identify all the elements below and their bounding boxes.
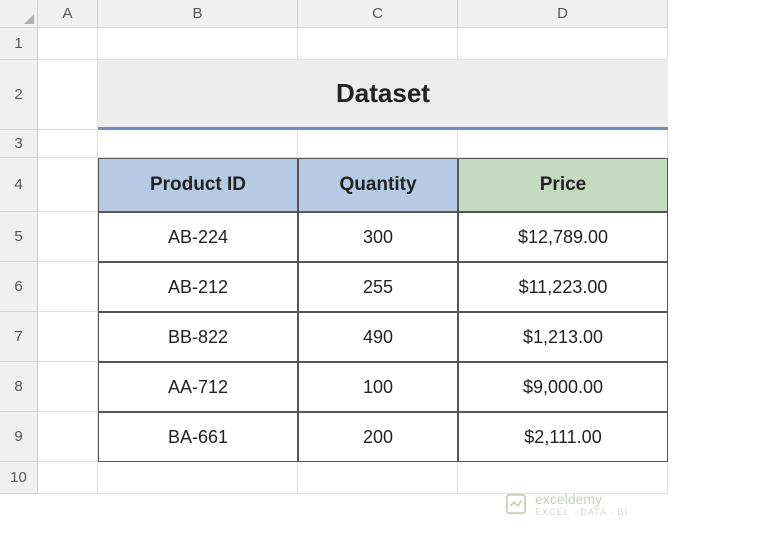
row-header-1[interactable]: 1 — [0, 28, 38, 60]
cell-a5[interactable] — [38, 212, 98, 262]
cell-a9[interactable] — [38, 412, 98, 462]
watermark-brand: exceldemy — [535, 491, 602, 507]
table-header-quantity[interactable]: Quantity — [298, 158, 458, 212]
watermark: exceldemy EXCEL · DATA · BI — [505, 491, 628, 517]
cell-b10[interactable] — [98, 462, 298, 494]
row-header-7[interactable]: 7 — [0, 312, 38, 362]
table-header-price[interactable]: Price — [458, 158, 668, 212]
table-row[interactable]: AA-712 — [98, 362, 298, 412]
cell-a3[interactable] — [38, 130, 98, 158]
cell-a7[interactable] — [38, 312, 98, 362]
spreadsheet-grid: A B C D 1 2 Dataset 3 4 Product ID Quant… — [0, 0, 768, 494]
table-row[interactable]: AB-212 — [98, 262, 298, 312]
cell-a6[interactable] — [38, 262, 98, 312]
cell-a8[interactable] — [38, 362, 98, 412]
table-row[interactable]: $12,789.00 — [458, 212, 668, 262]
cell-a10[interactable] — [38, 462, 98, 494]
row-header-3[interactable]: 3 — [0, 130, 38, 158]
table-row[interactable]: $1,213.00 — [458, 312, 668, 362]
col-header-c[interactable]: C — [298, 0, 458, 28]
cell-c10[interactable] — [298, 462, 458, 494]
cell-a2[interactable] — [38, 60, 98, 130]
row-header-6[interactable]: 6 — [0, 262, 38, 312]
cell-b1[interactable] — [98, 28, 298, 60]
exceldemy-logo-icon — [505, 493, 527, 515]
cell-a4[interactable] — [38, 158, 98, 212]
dataset-title[interactable]: Dataset — [98, 60, 668, 130]
row-header-8[interactable]: 8 — [0, 362, 38, 412]
row-header-10[interactable]: 10 — [0, 462, 38, 494]
table-row[interactable]: 490 — [298, 312, 458, 362]
table-row[interactable]: BA-661 — [98, 412, 298, 462]
table-row[interactable]: $11,223.00 — [458, 262, 668, 312]
row-header-9[interactable]: 9 — [0, 412, 38, 462]
table-row[interactable]: 300 — [298, 212, 458, 262]
cell-a1[interactable] — [38, 28, 98, 60]
row-header-5[interactable]: 5 — [0, 212, 38, 262]
row-header-2[interactable]: 2 — [0, 60, 38, 130]
cell-c3[interactable] — [298, 130, 458, 158]
col-header-b[interactable]: B — [98, 0, 298, 28]
cell-d10[interactable] — [458, 462, 668, 494]
table-row[interactable]: BB-822 — [98, 312, 298, 362]
table-row[interactable]: 255 — [298, 262, 458, 312]
select-all-corner[interactable] — [0, 0, 38, 28]
table-row[interactable]: AB-224 — [98, 212, 298, 262]
table-row[interactable]: 200 — [298, 412, 458, 462]
cell-c1[interactable] — [298, 28, 458, 60]
table-header-product-id[interactable]: Product ID — [98, 158, 298, 212]
cell-d1[interactable] — [458, 28, 668, 60]
cell-d3[interactable] — [458, 130, 668, 158]
row-header-4[interactable]: 4 — [0, 158, 38, 212]
watermark-tagline: EXCEL · DATA · BI — [535, 507, 628, 517]
table-row[interactable]: 100 — [298, 362, 458, 412]
col-header-a[interactable]: A — [38, 0, 98, 28]
table-row[interactable]: $9,000.00 — [458, 362, 668, 412]
cell-b3[interactable] — [98, 130, 298, 158]
col-header-d[interactable]: D — [458, 0, 668, 28]
table-row[interactable]: $2,111.00 — [458, 412, 668, 462]
